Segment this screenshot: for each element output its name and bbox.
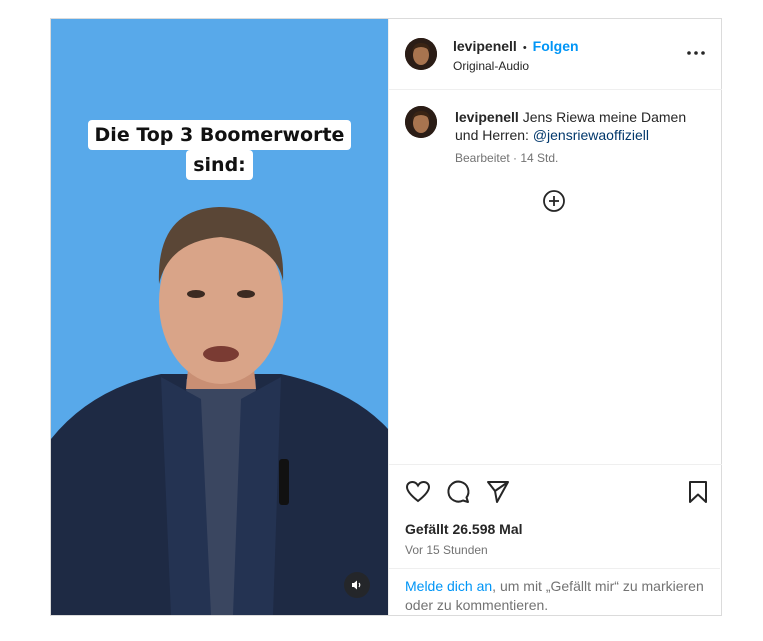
audio-toggle-button[interactable]: [344, 572, 370, 598]
post-caption: levipenell Jens Riewa meine Damen und He…: [455, 108, 695, 144]
more-options-icon[interactable]: [686, 46, 706, 60]
comment-icon[interactable]: [445, 479, 471, 505]
original-audio-link[interactable]: Original-Audio: [453, 59, 529, 73]
video-overlay-text: Die Top 3 Boomerworte sind:: [51, 120, 388, 180]
caption-meta: Bearbeitet · 14 Std.: [455, 151, 559, 165]
avatar-image: [405, 106, 437, 138]
heart-icon[interactable]: [405, 479, 431, 505]
action-bar: Gefällt 26.598 Mal Vor 15 Stunden Melde …: [389, 464, 722, 617]
post-time[interactable]: Vor 15 Stunden: [405, 543, 488, 557]
overlay-line-1: Die Top 3 Boomerworte: [87, 120, 352, 150]
avatar[interactable]: [405, 38, 437, 70]
like-count[interactable]: Gefällt 26.598 Mal: [405, 521, 523, 537]
audio-icon: [352, 580, 361, 590]
add-comment-icon[interactable]: [542, 189, 566, 213]
overlay-line-2: sind:: [186, 150, 253, 180]
login-prompt: Melde dich an, um mit „Gefällt mir“ zu m…: [389, 568, 720, 616]
mention-link[interactable]: @jensriewaofﬁziell: [533, 127, 649, 143]
caption-avatar[interactable]: [405, 106, 437, 138]
bookmark-icon[interactable]: [685, 479, 711, 505]
post-sidebar: levipenell • Folgen Original-Audio levipen…: [388, 19, 722, 617]
video-frame: [51, 19, 388, 615]
avatar-image: [405, 38, 437, 70]
post-header: levipenell • Folgen Original-Audio: [389, 19, 722, 90]
login-link[interactable]: Melde dich an: [405, 578, 492, 594]
instagram-post: Die Top 3 Boomerworte sind: levipenell • F…: [50, 18, 722, 616]
video-player[interactable]: Die Top 3 Boomerworte sind:: [51, 19, 388, 615]
header-user-line: levipenell • Folgen: [453, 38, 579, 54]
follow-button[interactable]: Folgen: [533, 38, 579, 54]
header-username[interactable]: levipenell: [453, 38, 517, 54]
separator-dot: •: [522, 42, 527, 54]
share-icon[interactable]: [485, 479, 511, 505]
caption-username[interactable]: levipenell: [455, 109, 519, 125]
